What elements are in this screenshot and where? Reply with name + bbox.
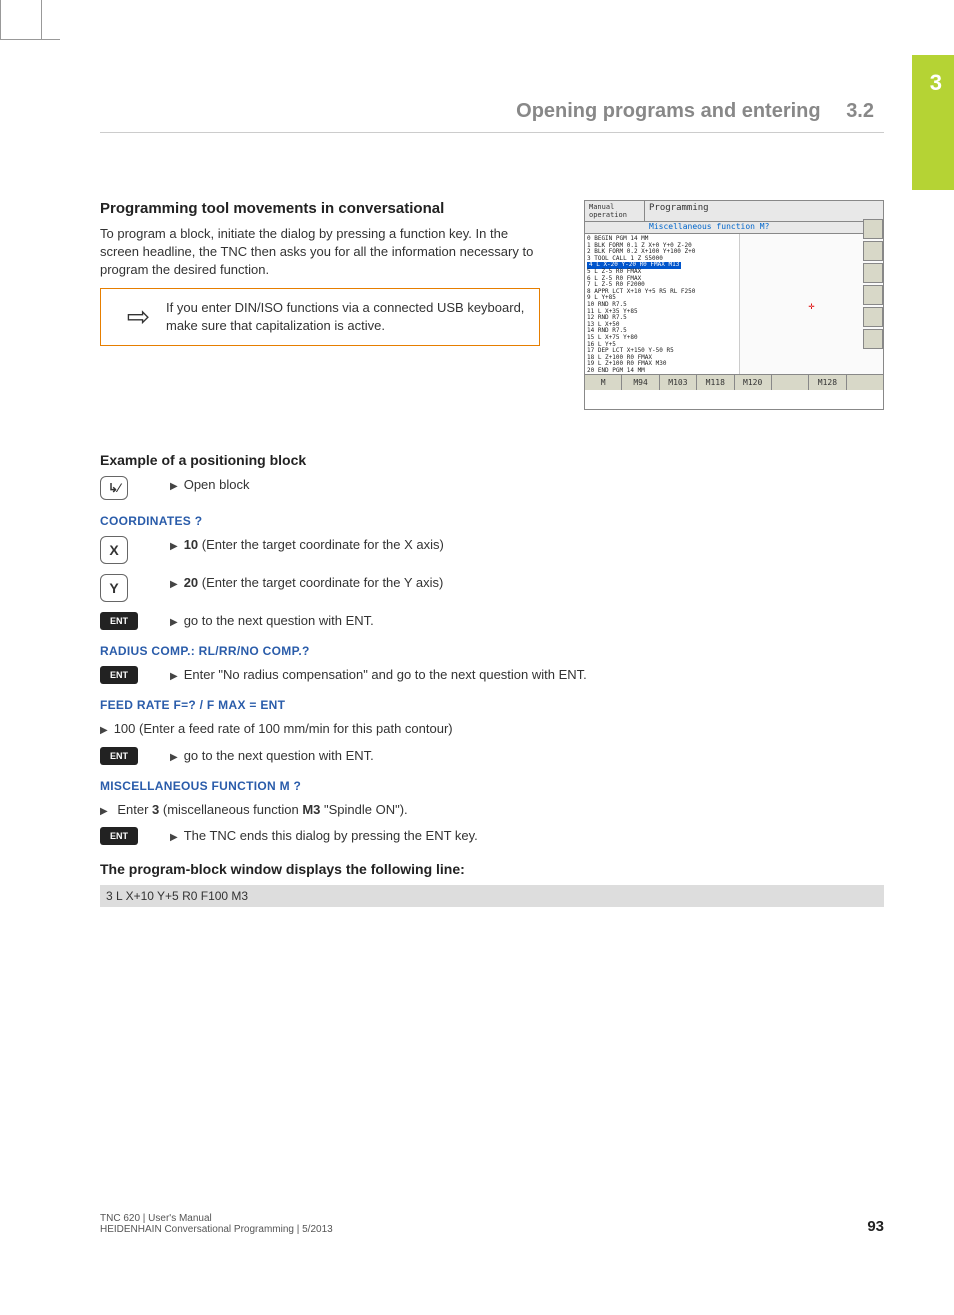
x-desc-text: (Enter the target coordinate for the X a… <box>198 537 444 552</box>
ent-desc-1: go to the next question with ENT. <box>170 612 884 630</box>
intro-paragraph: To program a block, initiate the dialog … <box>100 225 540 280</box>
misc-post: "Spindle ON"). <box>320 802 407 817</box>
x-value: 10 <box>184 537 198 552</box>
sc-title: Programming <box>645 201 713 221</box>
radius-heading: RADIUS COMP.: RL/RR/NO COMP.? <box>100 644 884 658</box>
sc-subtitle: Miscellaneous function M? <box>585 222 883 234</box>
ent-key-2: ENT <box>100 666 138 684</box>
misc-bullet: Enter 3 (miscellaneous function M3 "Spin… <box>100 801 884 819</box>
ent-key: ENT <box>100 612 138 630</box>
header-title-text: Opening programs and entering <box>516 100 820 122</box>
header-rule <box>100 132 884 133</box>
crosshair-icon: ✛ <box>809 301 815 307</box>
note-box: ⇨ If you enter DIN/ISO functions via a c… <box>100 288 540 346</box>
example-heading: Example of a positioning block <box>100 452 884 468</box>
y-value: 20 <box>184 575 198 590</box>
sc-mode: Manual operation <box>585 201 645 221</box>
x-key: X <box>100 536 128 564</box>
note-text: If you enter DIN/ISO functions via a con… <box>166 299 529 335</box>
misc-heading: MISCELLANEOUS FUNCTION M ? <box>100 779 884 793</box>
line-key-icon: ↳⁄ <box>100 476 128 500</box>
y-key: Y <box>100 574 128 602</box>
radius-desc: Enter "No radius compensation" and go to… <box>170 666 884 684</box>
sc-side-buttons <box>863 219 883 351</box>
footer-line2: HEIDENHAIN Conversational Programming | … <box>100 1224 333 1235</box>
misc-pre: Enter <box>117 802 152 817</box>
y-desc: 20 (Enter the target coordinate for the … <box>170 574 884 592</box>
misc-ent-desc: The TNC ends this dialog by pressing the… <box>170 827 884 845</box>
sc-graphics-area: ✛ <box>740 234 883 374</box>
misc-mid: (miscellaneous function <box>159 802 302 817</box>
crop-marks <box>0 0 60 40</box>
ent-key-4: ENT <box>100 827 138 845</box>
chapter-number: 3 <box>930 70 942 96</box>
page-number: 93 <box>867 1218 884 1235</box>
result-code: 3 L X+10 Y+5 R0 F100 M3 <box>100 885 884 907</box>
section-heading: Programming tool movements in conversati… <box>100 200 540 217</box>
y-desc-text: (Enter the target coordinate for the Y a… <box>198 575 443 590</box>
header-section: 3.2 <box>846 100 874 122</box>
sc-program-list: 0 BEGIN PGM 14 MM1 BLK FORM 0.1 Z X+0 Y+… <box>585 234 740 374</box>
feed-heading: FEED RATE F=? / F MAX = ENT <box>100 698 884 712</box>
tnc-screenshot: Manual operation Programming Miscellaneo… <box>584 200 884 410</box>
arrow-right-icon: ⇨ <box>111 300 166 333</box>
misc-m3: M3 <box>302 802 320 817</box>
sc-softkey-row: MM94M103M118M120M128 <box>585 374 883 390</box>
open-block-text: Open block <box>170 476 884 494</box>
x-desc: 10 (Enter the target coordinate for the … <box>170 536 884 554</box>
feed-ent-desc: go to the next question with ENT. <box>170 747 884 765</box>
result-heading: The program-block window displays the fo… <box>100 861 884 877</box>
feed-bullet: 100 (Enter a feed rate of 100 mm/min for… <box>100 720 884 738</box>
ent-key-3: ENT <box>100 747 138 765</box>
footer-line1: TNC 620 | User's Manual <box>100 1213 333 1224</box>
coordinates-heading: COORDINATES ? <box>100 514 884 528</box>
page-footer: TNC 620 | User's Manual HEIDENHAIN Conve… <box>100 1213 884 1235</box>
page-header: Opening programs and entering 3.2 <box>100 100 894 123</box>
